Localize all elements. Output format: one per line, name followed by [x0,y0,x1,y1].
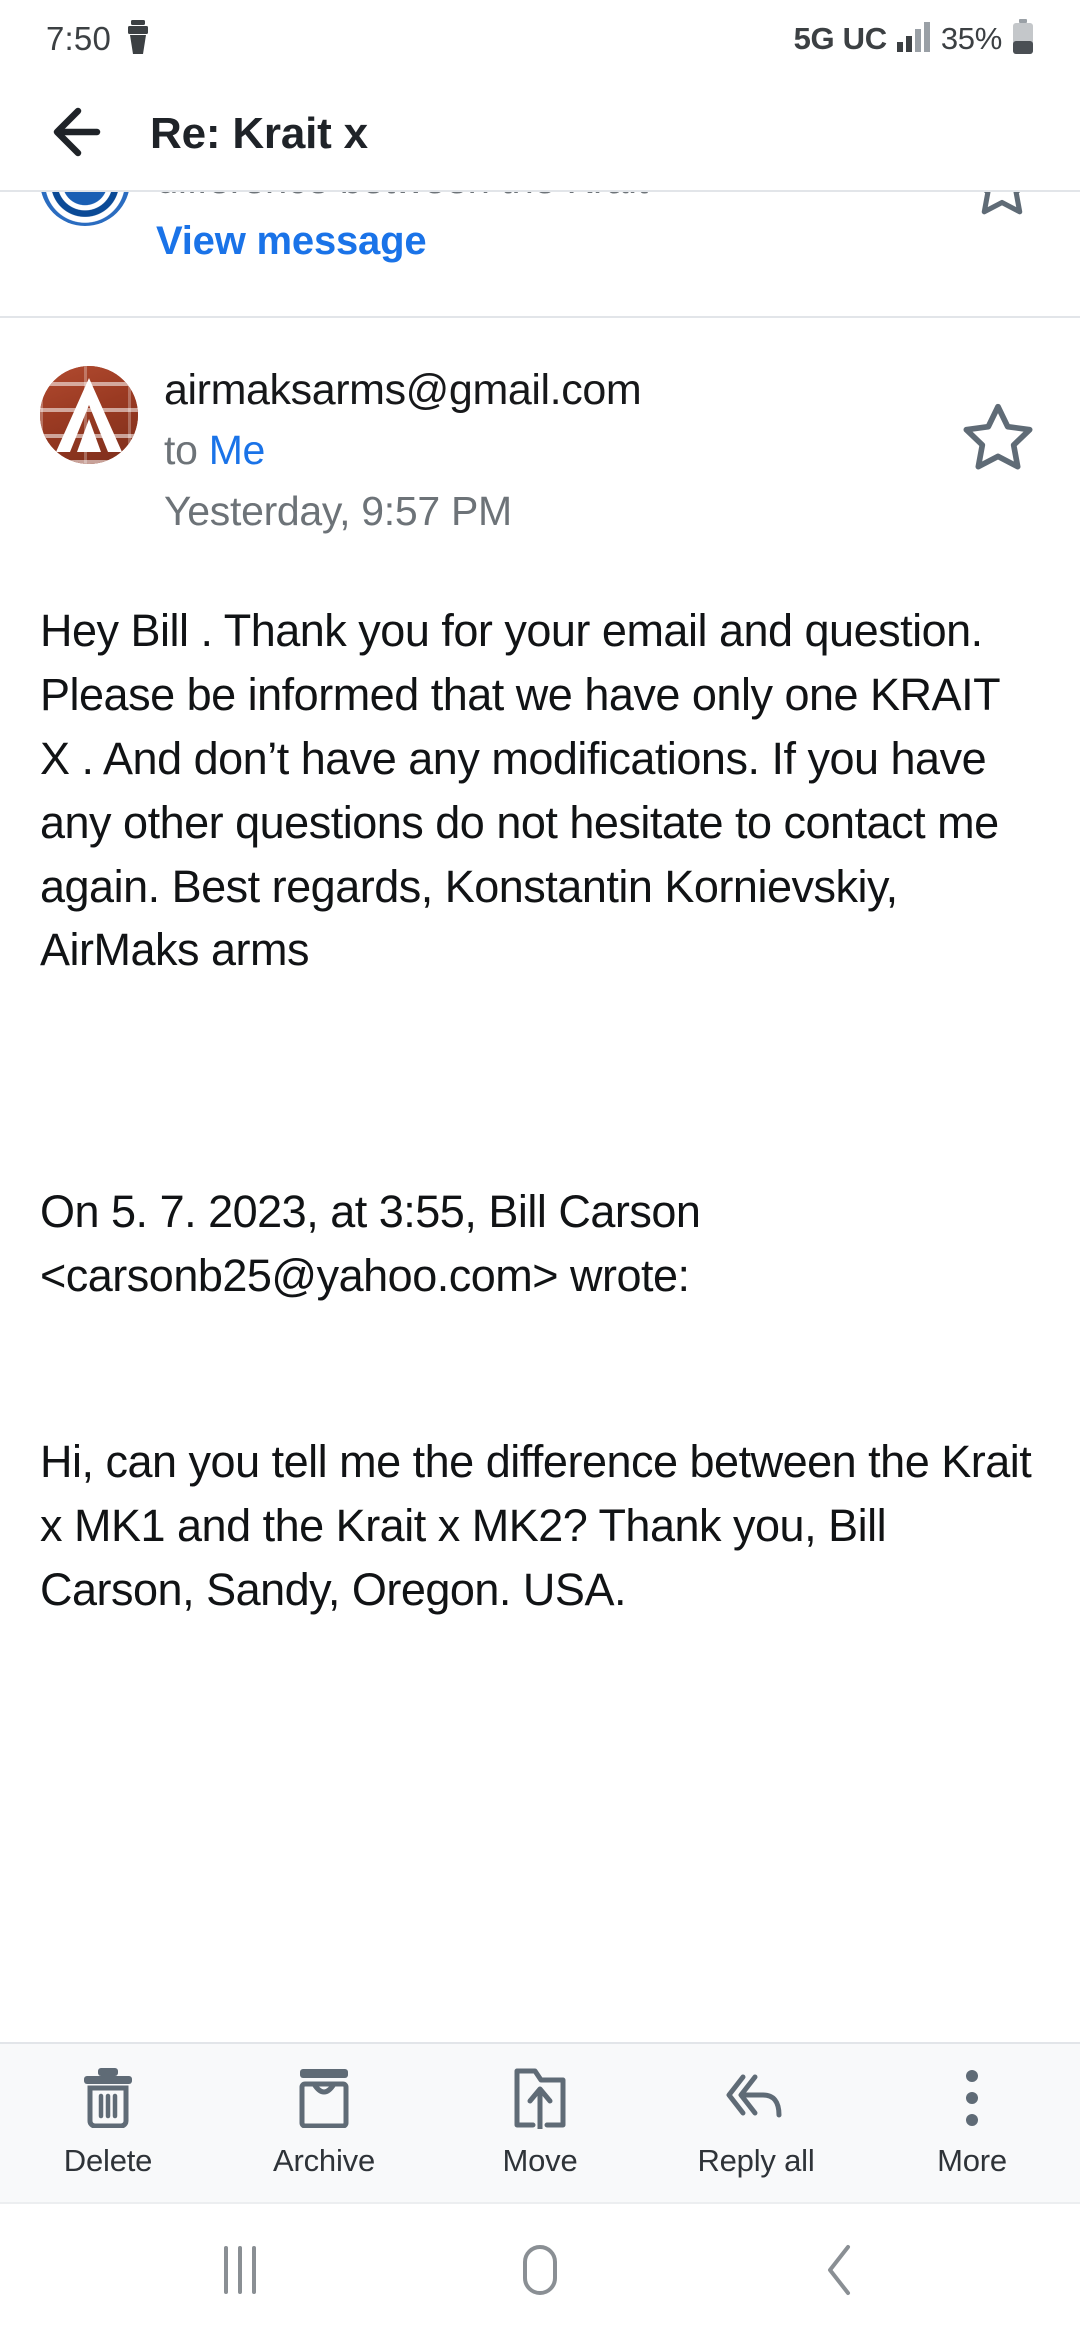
status-bar-left: 7:50 [46,19,151,59]
recipient-line: to Me [164,427,942,474]
delete-button[interactable]: Delete [0,2044,216,2202]
recents-button[interactable] [165,2204,315,2340]
more-button[interactable]: More [864,2044,1080,2202]
collapsed-message-snippet: difference between the Krait [156,192,948,203]
move-button[interactable]: Move [432,2044,648,2202]
message-body-text: Hey Bill . Thank you for your email and … [40,605,1000,976]
more-vertical-icon [963,2067,981,2129]
recipient-link[interactable]: Me [209,427,266,473]
brush-icon [125,19,151,59]
toolbar-label: More [937,2143,1007,2178]
message-header: airmaksarms@gmail.com to Me Yesterday, 9… [40,318,1040,535]
collapsed-message[interactable]: difference between the Krait View messag… [0,192,1080,316]
android-nav-bar [0,2202,1080,2340]
nav-back-button[interactable] [765,2204,915,2340]
home-icon [515,2243,565,2302]
back-button[interactable] [40,91,126,177]
star-button[interactable] [948,192,1040,227]
nav-back-icon [820,2243,860,2302]
email-detail-screen: 7:50 5G UC 35% Re: Krait x View message … [0,0,1080,2340]
page-title: Re: Krait x [150,109,368,158]
reply-all-button[interactable]: Reply all [648,2044,864,2202]
battery-percent: 35% [940,21,1002,56]
back-arrow-icon [52,107,114,162]
toolbar-label: Move [502,2143,578,2178]
star-button[interactable] [942,366,1040,483]
message-timestamp: Yesterday, 9:57 PM [164,488,512,534]
open-message: airmaksarms@gmail.com to Me Yesterday, 9… [0,318,1080,1622]
battery-icon [1012,18,1034,60]
avatar [40,366,138,464]
message-thread: difference between the Krait View messag… [0,190,1080,2042]
avatar [40,192,130,226]
to-prefix-label: to [164,427,198,473]
star-outline-icon [956,403,1040,482]
toolbar-label: Reply all [697,2143,815,2178]
quote-header-text: On 5. 7. 2023, at 3:55, Bill Carson <car… [40,1186,701,1302]
toolbar-label: Delete [63,2143,153,2178]
star-outline-icon [964,192,1040,226]
status-time: 7:50 [46,20,112,57]
avatar-logo-icon [40,366,138,464]
archive-button[interactable]: Archive [216,2044,432,2202]
sender-email: airmaksarms@gmail.com [164,366,642,414]
home-button[interactable] [465,2204,615,2340]
signal-bars-icon [896,21,931,57]
app-bar: Re: Krait x [0,78,1080,190]
reply-all-icon [725,2067,787,2129]
recents-icon [216,2244,264,2301]
move-folder-icon [511,2067,569,2129]
toolbar-label: Archive [273,2143,375,2178]
quoted-message-text: Hi, can you tell me the difference betwe… [40,1436,1032,1615]
status-bar-right: 5G UC 35% [793,18,1034,60]
view-message-link[interactable]: View message [156,219,427,264]
status-bar: 7:50 5G UC 35% [0,0,1080,78]
archive-icon [296,2067,352,2129]
trash-icon [81,2067,135,2129]
network-label: 5G UC [793,21,888,56]
action-toolbar: Delete Archive Move Reply all More [0,2042,1080,2202]
message-body: Hey Bill . Thank you for your email and … [40,599,1040,1622]
